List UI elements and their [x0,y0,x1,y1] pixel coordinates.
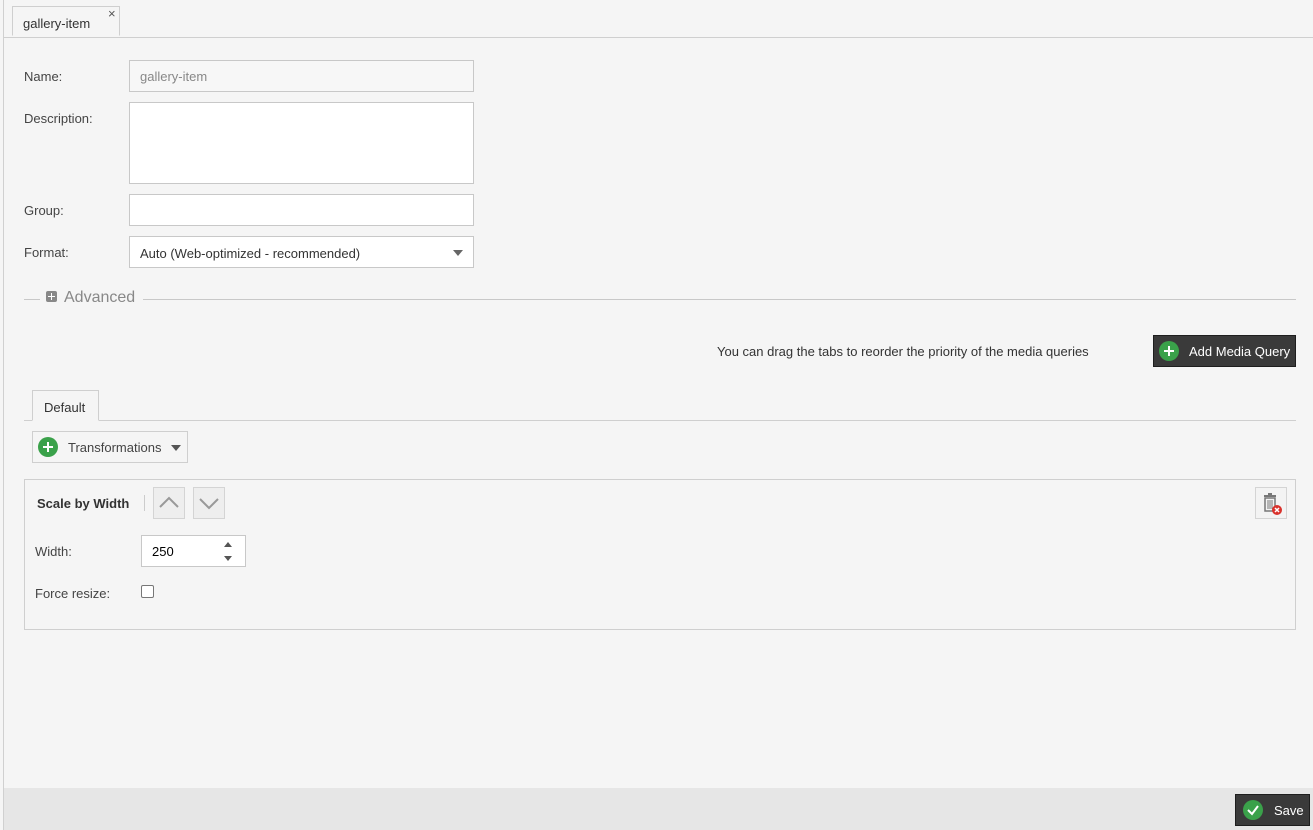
width-number-input[interactable] [141,535,246,567]
footer-toolbar [4,788,1313,830]
width-label: Width: [35,544,72,559]
save-label: Save [1274,803,1304,818]
add-media-query-label: Add Media Query [1189,344,1291,359]
format-selected-value: Auto (Web-optimized - recommended) [140,246,361,261]
description-label: Description: [24,111,93,126]
description-field[interactable] [129,102,474,184]
add-icon [38,437,58,457]
caret-down-icon [171,445,181,451]
checkmark-icon [1243,800,1263,820]
transformations-menu-button[interactable]: Transformations [32,431,188,463]
delete-transformation-button[interactable] [1255,487,1287,519]
transformations-label: Transformations [68,440,162,455]
move-down-button[interactable] [193,487,225,519]
close-icon[interactable]: × [108,6,116,21]
spin-down-icon[interactable] [224,556,232,561]
move-up-button[interactable] [153,487,185,519]
chevron-down-icon [199,498,219,510]
title-separator [144,495,145,511]
tab-default-label: Default [44,400,86,415]
chevron-down-icon [453,250,463,256]
panel-left-border [3,0,4,830]
group-field[interactable] [129,194,474,226]
transformation-panel-scale-by-width: Scale by Width Width: Force resize: [24,479,1296,630]
chevron-up-icon [159,496,179,508]
add-icon [1159,341,1179,361]
trash-delete-icon [1264,493,1282,515]
tab-default[interactable]: Default [32,390,99,421]
save-button[interactable]: Save [1235,794,1310,826]
media-query-hint: You can drag the tabs to reorder the pri… [717,344,1089,359]
fieldset-line-right [143,299,1296,300]
tab-label: gallery-item [23,16,91,31]
force-resize-label: Force resize: [35,586,111,601]
format-select[interactable]: Auto (Web-optimized - recommended) [129,236,474,268]
name-label: Name: [24,69,63,84]
group-label: Group: [24,203,64,218]
add-media-query-button[interactable]: Add Media Query [1153,335,1296,367]
expand-plus-icon[interactable] [46,291,57,302]
transformation-title: Scale by Width [37,496,130,511]
force-resize-checkbox[interactable] [141,585,154,598]
tab-gallery-item[interactable]: gallery-item × [12,6,120,36]
format-label: Format: [24,245,69,260]
fieldset-line-left [24,299,40,300]
advanced-toggle[interactable]: Advanced [64,289,135,307]
spin-up-icon[interactable] [224,542,232,547]
editor-tab-bar: gallery-item × [4,0,1313,38]
media-query-tab-line [24,420,1296,421]
name-field[interactable] [129,60,474,92]
